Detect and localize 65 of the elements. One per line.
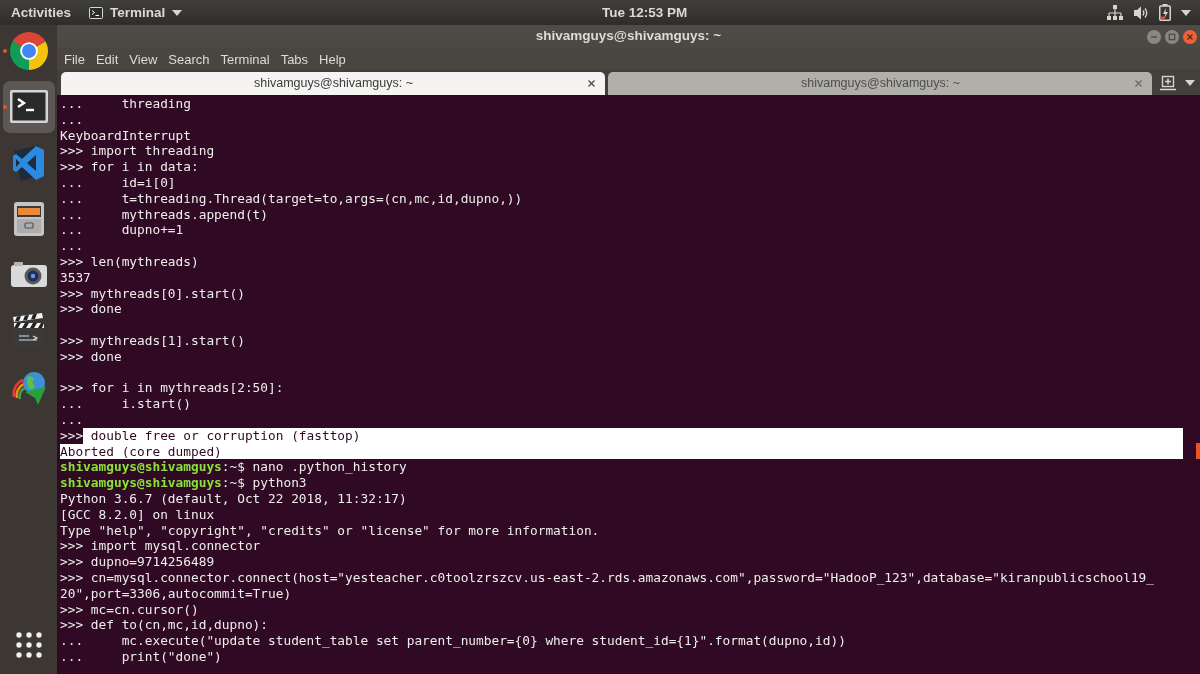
speaker-icon[interactable] bbox=[1133, 4, 1149, 21]
terminal-line: ... i.start() bbox=[60, 396, 191, 412]
terminal-line: ... bbox=[60, 411, 84, 428]
terminal-line: KeyboardInterrupt bbox=[60, 127, 191, 144]
battery-icon[interactable] bbox=[1159, 4, 1171, 21]
prompt-user-text: shivamguys@shivamguys bbox=[60, 459, 222, 476]
terminal-line: ... bbox=[60, 238, 84, 254]
menu-item[interactable]: Terminal bbox=[219, 52, 271, 66]
activities-button[interactable]: Activities bbox=[0, 5, 72, 20]
menu-item[interactable]: View bbox=[128, 52, 159, 66]
terminal-text: :~$ python3 bbox=[221, 475, 307, 491]
menu-item[interactable]: Help bbox=[318, 52, 347, 66]
terminal-line: >>> dupno=9714256489 bbox=[60, 554, 215, 570]
network-icon[interactable] bbox=[1107, 4, 1123, 21]
terminal-line: 3537 bbox=[60, 269, 91, 286]
new-tab-icon[interactable] bbox=[1159, 74, 1176, 91]
terminal-line: >>> for i in mythreads[2:50]: bbox=[60, 380, 284, 397]
terminal-line: Type "help", "copyright", "credits" or "license" for more information. bbox=[60, 522, 600, 539]
terminal-text: :~$ nano .python_history bbox=[221, 459, 407, 476]
terminal-line: Python 3.6.7 (default, Oct 22 2018, 11:32:17) bbox=[60, 490, 407, 507]
terminal-line: [GCC 8.2.0] on linux bbox=[60, 506, 215, 523]
app-grid-icon[interactable] bbox=[15, 632, 42, 658]
menu-item[interactable]: File bbox=[63, 52, 86, 66]
close-icon[interactable] bbox=[1183, 29, 1197, 44]
caret-icon bbox=[172, 9, 183, 16]
maximize-icon[interactable] bbox=[1165, 29, 1179, 44]
window-title: shivamguys@shivamguys: ~ bbox=[535, 27, 722, 46]
menu-item[interactable]: Tabs bbox=[279, 52, 310, 66]
terminal-tab[interactable]: shivamguys@shivamguys: ~ bbox=[61, 72, 605, 95]
terminal-tab[interactable]: shivamguys@shivamguys: ~ bbox=[608, 72, 1152, 95]
terminal-line: 20",port=3306,autocommit=True) bbox=[60, 585, 292, 602]
terminal-line: ... threading bbox=[60, 96, 191, 112]
browser-icon bbox=[8, 31, 49, 71]
terminal-line: ... dupno+=1 bbox=[60, 222, 184, 239]
terminal-line: >>> mythreads[1].start() bbox=[60, 332, 245, 349]
caret-icon[interactable] bbox=[1181, 9, 1191, 16]
terminal-line: >>> mythreads[0].start() bbox=[60, 285, 245, 302]
terminal-line: >>> import mysql.connector bbox=[60, 538, 261, 555]
prompt-user-text: shivamguys@shivamguys bbox=[60, 475, 222, 491]
terminal-line: ... t=threading.Thread(target=to,args=(cn,mc,id,dupno,)) bbox=[60, 190, 523, 207]
terminal-line: >>> mc=cn.cursor() bbox=[60, 601, 199, 618]
terminal-text: >>> bbox=[60, 427, 84, 444]
terminal-line: ... mc.execute("update student_table set parent_number={0} where student_id={1}".format(dupno,id)) bbox=[60, 633, 846, 649]
terminal-line: ... mythreads.append(t) bbox=[60, 206, 269, 223]
terminal-line: ... id=i[0] bbox=[60, 175, 176, 191]
terminal-line: ... print("done") bbox=[60, 648, 222, 665]
minimize-icon[interactable] bbox=[1147, 29, 1161, 44]
terminal-line: >>> len(mythreads) bbox=[60, 253, 199, 270]
terminal-line: >>> cn=mysql.connector.connect(host="yesteacher.c0toolzrszcv.us-east-2.rds.amazonaws.com",password="HadooP_123",database="kiranpublicschool19_ bbox=[60, 569, 1155, 586]
clock-button[interactable]: Tue 12:53 PM bbox=[602, 5, 688, 20]
close-icon[interactable] bbox=[588, 80, 595, 87]
menu-item[interactable]: Search bbox=[167, 52, 211, 66]
terminal-line: ... bbox=[60, 111, 84, 128]
terminal-line: >>> import threading bbox=[60, 143, 215, 160]
terminal-line: >>> done bbox=[60, 301, 122, 318]
menu-item[interactable]: Edit bbox=[94, 52, 120, 66]
caret-icon[interactable] bbox=[1185, 79, 1196, 86]
terminal-line: >>> def to(cn,mc,id,dupno): bbox=[60, 617, 269, 634]
dock-launcher[interactable] bbox=[2, 81, 55, 133]
terminal-line: >>> done bbox=[60, 348, 122, 365]
scrollbar-thumb[interactable] bbox=[1196, 443, 1200, 459]
selected-text: double free or corruption (fasttop) bbox=[83, 427, 1183, 444]
app-menu-button[interactable]: Terminal bbox=[89, 5, 183, 20]
terminal-icon bbox=[89, 6, 104, 19]
terminal-line: >>> for i in data: bbox=[60, 159, 199, 175]
